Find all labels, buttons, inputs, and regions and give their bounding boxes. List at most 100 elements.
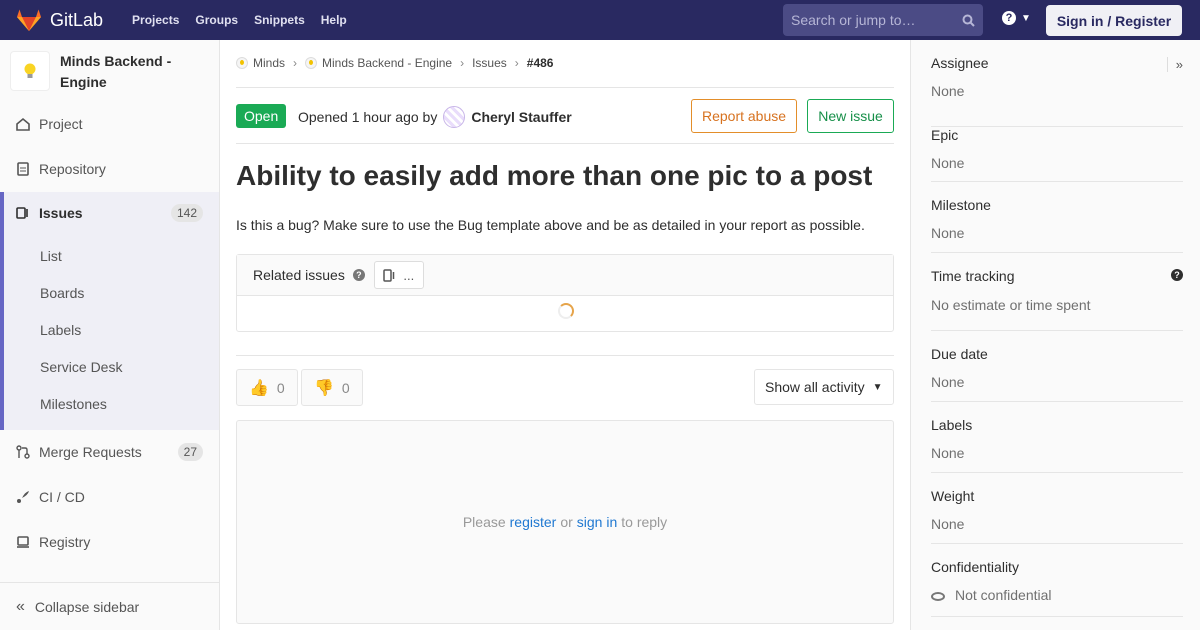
sidebar-item-label: Repository — [39, 161, 106, 177]
sign-in-register-button[interactable]: Sign in / Register — [1046, 5, 1182, 36]
right-sidebar: Assignee None » Epic None Milestone None… — [910, 40, 1200, 630]
nav-help[interactable]: Help — [321, 13, 347, 27]
sidebar-item-registry[interactable]: Registry — [0, 532, 219, 552]
issue-description: Is this a bug? Make sure to use the Bug … — [236, 217, 865, 233]
epic-value: None — [931, 155, 965, 171]
milestone-label: Milestone — [931, 197, 991, 213]
submenu-list[interactable]: List — [40, 248, 62, 264]
avatar[interactable] — [443, 106, 466, 128]
breadcrumb: Minds › Minds Backend - Engine › Issues … — [236, 56, 553, 70]
collapse-sidebar-button[interactable]: « Collapse sidebar — [0, 582, 219, 630]
related-issues-panel: Related issues ? ... — [236, 254, 894, 332]
sidebar-item-label: Registry — [39, 534, 91, 550]
question-icon: ? — [1002, 11, 1016, 25]
sidebar-item-label: Merge Requests — [39, 444, 142, 460]
breadcrumb-issues[interactable]: Issues — [472, 56, 507, 70]
thumbs-down-icon: 👎 — [314, 379, 334, 397]
sidebar-item-issues[interactable]: Issues 142 — [0, 192, 219, 234]
thumbs-up-award-button[interactable]: 👍 0 — [236, 369, 298, 406]
breadcrumb-issue-number[interactable]: #486 — [527, 56, 554, 70]
sidebar-item-label: Issues — [39, 205, 83, 221]
issues-submenu: List Boards Labels Service Desk Mileston… — [0, 234, 219, 430]
question-circle-icon[interactable]: ? — [352, 269, 365, 281]
sidebar-item-ci-cd[interactable]: CI / CD — [0, 487, 219, 507]
chevron-right-icon: › — [514, 56, 519, 70]
divider — [236, 87, 894, 88]
breadcrumb-project[interactable]: Minds Backend - Engine — [322, 56, 452, 70]
thumbs-down-count: 0 — [341, 379, 350, 396]
document-icon — [17, 162, 29, 176]
gitlab-home-link[interactable]: GitLab — [16, 0, 103, 40]
sidebar-item-project[interactable]: Project — [0, 114, 219, 134]
sidebar-item-label: CI / CD — [39, 489, 85, 505]
home-icon — [16, 117, 30, 131]
due-date-label: Due date — [931, 346, 988, 362]
reply-box: Please register or sign in to reply — [236, 420, 894, 624]
report-abuse-button[interactable]: Report abuse — [691, 99, 797, 133]
breadcrumb-minds[interactable]: Minds — [253, 56, 285, 70]
related-issues-title: Related issues — [253, 267, 345, 283]
time-tracking-block: Time tracking No estimate or time spent … — [931, 268, 1183, 331]
due-date-value: None — [931, 374, 965, 390]
submenu-labels[interactable]: Labels — [40, 322, 81, 338]
related-issues-count[interactable]: ... — [373, 261, 424, 289]
search-input[interactable]: Search or jump to… — [783, 4, 983, 36]
due-date-block: Due date None — [931, 346, 1183, 402]
assignee-block: Assignee None » — [931, 55, 1183, 110]
merge-request-icon — [16, 445, 30, 459]
activity-filter-dropdown[interactable]: Show all activity ▼ — [754, 369, 894, 405]
weight-block: Weight None — [931, 488, 1183, 544]
nav-projects[interactable]: Projects — [132, 13, 179, 27]
search-placeholder: Search or jump to… — [791, 12, 916, 28]
search-icon — [962, 14, 975, 27]
reply-or: or — [560, 514, 573, 530]
project-avatar — [10, 51, 50, 91]
registry-icon — [17, 536, 29, 548]
thumbs-down-award-button[interactable]: 👎 0 — [301, 369, 363, 406]
epic-block: Epic None — [931, 126, 1183, 182]
submenu-boards[interactable]: Boards — [40, 285, 84, 301]
submenu-milestones[interactable]: Milestones — [40, 396, 107, 412]
time-tracking-value: No estimate or time spent — [931, 297, 1091, 313]
confidentiality-value: Not confidential — [955, 587, 1052, 603]
milestone-value: None — [931, 225, 965, 241]
thumbs-up-count: 0 — [276, 379, 285, 396]
chevron-down-icon: ▼ — [872, 381, 883, 393]
nav-snippets[interactable]: Snippets — [254, 13, 305, 27]
confidentiality-label: Confidentiality — [931, 559, 1019, 575]
issue-meta: Opened 1 hour ago by Cheryl Stauffer — [298, 106, 572, 128]
sidebar-item-repository[interactable]: Repository — [0, 159, 219, 179]
issues-icon — [16, 207, 28, 219]
weight-value: None — [931, 516, 965, 532]
confidentiality-row: Not confidential — [931, 587, 1183, 603]
confidentiality-block: Confidentiality Not confidential — [931, 559, 1183, 617]
question-circle-icon[interactable]: ? — [1171, 269, 1183, 281]
epic-label: Epic — [931, 127, 959, 143]
divider — [236, 355, 894, 356]
merge-requests-count-badge: 27 — [177, 443, 203, 461]
nav-groups[interactable]: Groups — [195, 13, 238, 27]
sidebar-item-merge-requests[interactable]: Merge Requests 27 — [0, 442, 219, 462]
status-badge: Open — [236, 104, 287, 128]
loading-spinner-icon — [558, 303, 574, 319]
register-link[interactable]: register — [510, 514, 557, 530]
project-header[interactable]: Minds Backend - Engine — [10, 51, 200, 93]
top-navbar: GitLab Projects Groups Snippets Help Sea… — [0, 0, 1200, 40]
time-tracking-label: Time tracking — [931, 268, 1015, 284]
submenu-service-desk[interactable]: Service Desk — [40, 359, 122, 375]
labels-label: Labels — [931, 417, 973, 433]
eye-icon — [931, 591, 945, 601]
related-count-text: ... — [403, 267, 415, 283]
reply-suffix: to reply — [621, 514, 668, 530]
sign-in-link[interactable]: sign in — [577, 514, 617, 530]
collapse-right-sidebar-icon[interactable]: » — [1166, 57, 1183, 72]
activity-filter-label: Show all activity — [765, 379, 865, 395]
left-sidebar: Minds Backend - Engine Project Repositor… — [0, 40, 220, 630]
author-link[interactable]: Cheryl Stauffer — [471, 109, 571, 125]
double-chevron-left-icon: « — [16, 597, 25, 615]
help-dropdown[interactable]: ? ▼ — [1002, 11, 1031, 25]
new-issue-button[interactable]: New issue — [807, 99, 894, 133]
divider — [236, 143, 894, 144]
issues-count-badge: 142 — [170, 204, 203, 222]
rocket-icon — [17, 491, 29, 503]
